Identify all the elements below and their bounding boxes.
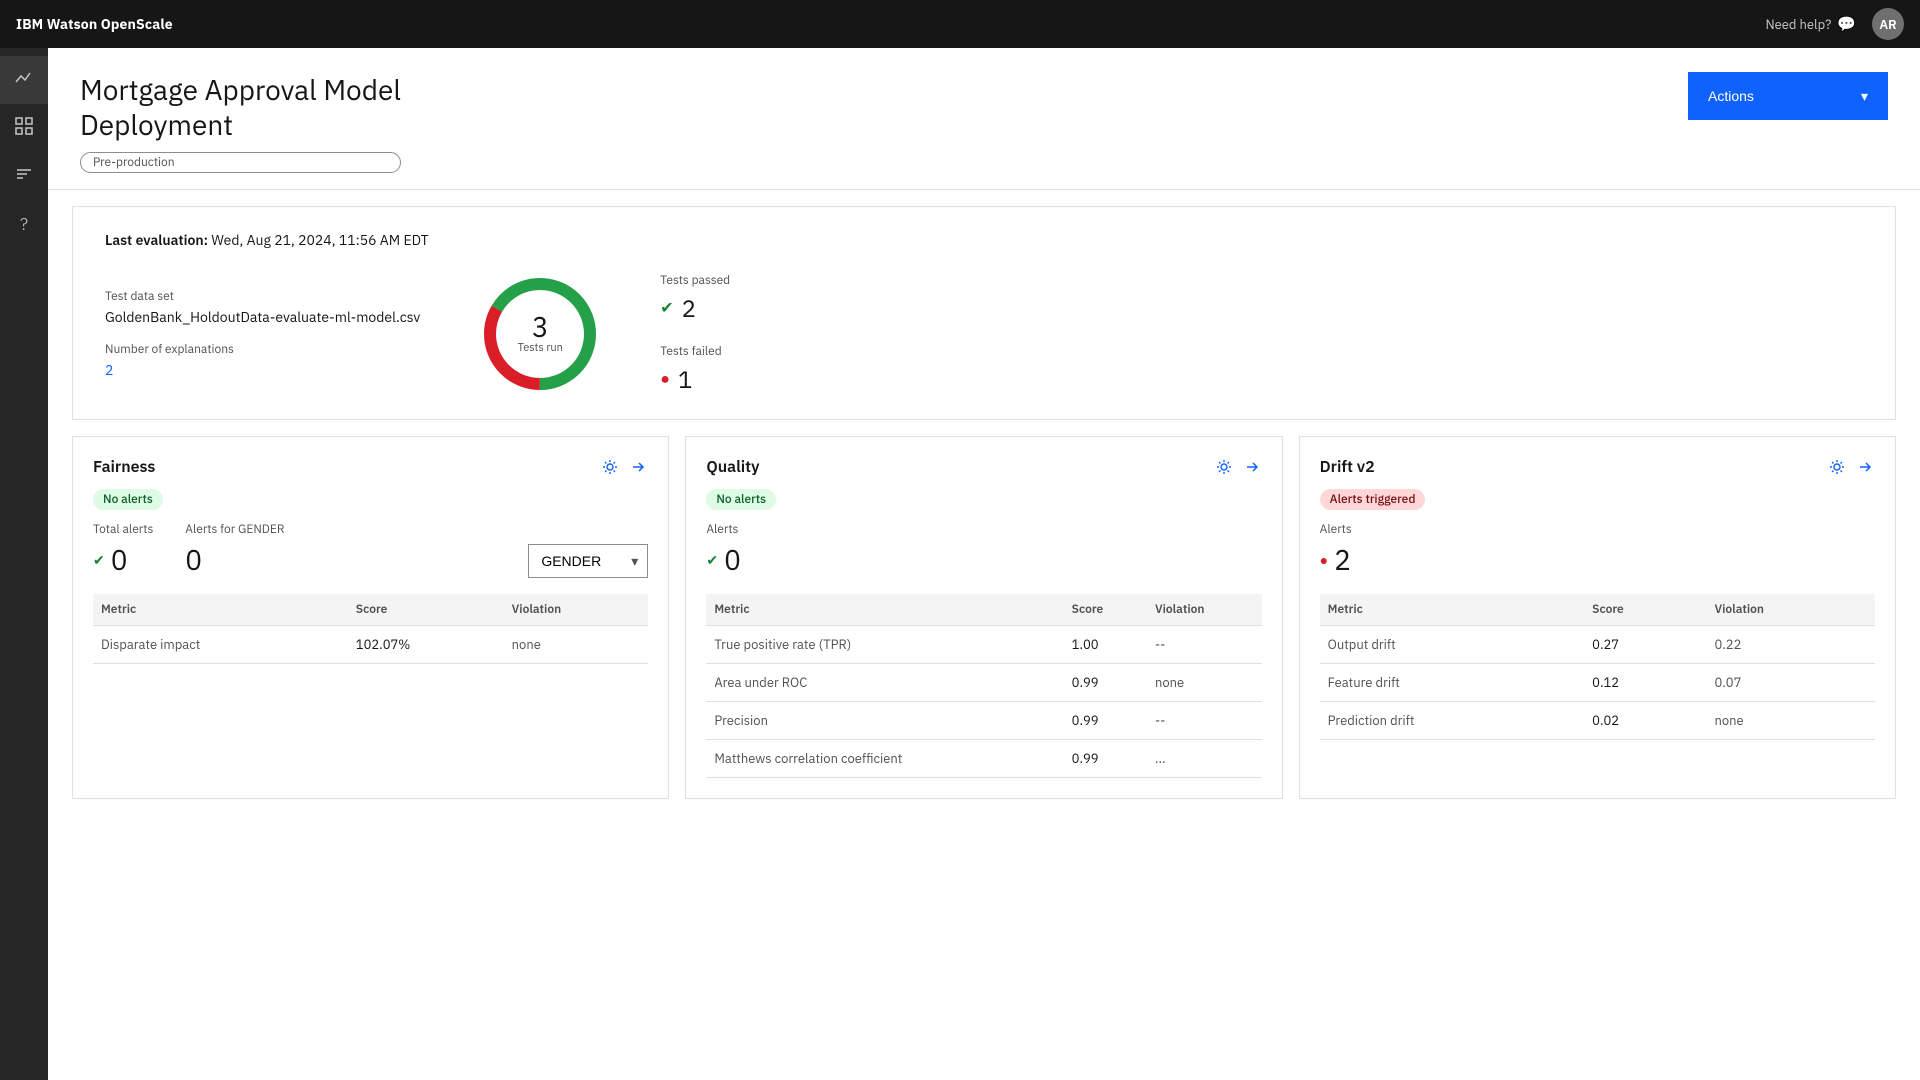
cards-row: Fairness No alerts [72,436,1896,799]
tests-passed-row: ✔ 2 [660,292,730,324]
table-row: Prediction drift 0.02 none [1320,702,1875,740]
eval-right: Tests passed ✔ 2 Tests failed ● 1 [660,273,730,395]
table-row: Output drift 0.27 0.22 [1320,626,1875,664]
quality-green-dot: ✔ [706,551,718,569]
gender-select-wrapper: GENDER [528,544,648,578]
table-row: Feature drift 0.12 0.07 [1320,664,1875,702]
drift-alert-count: ● 2 [1320,541,1352,578]
quality-status-badge: No alerts [706,489,776,510]
table-row: Precision 0.99 -- [706,702,1261,740]
fairness-gender-count: 0 [185,541,284,578]
fairness-alerts-row: Total alerts ✔ 0 Alerts for GENDER 0 GEN… [93,522,648,578]
eval-left: Test data set GoldenBank_HoldoutData-eva… [105,289,420,379]
eval-section: Last evaluation: Wed, Aug 21, 2024, 11:5… [72,206,1896,420]
sidebar-item-analytics[interactable] [0,56,48,104]
drift-arrow-button[interactable] [1855,457,1875,477]
fairness-settings-button[interactable] [600,457,620,477]
table-row: True positive rate (TPR) 1.00 -- [706,626,1261,664]
main-wrapper: Mortgage Approval Model Deployment Pre-p… [48,48,1920,1080]
drift-card-header: Drift v2 [1320,457,1875,477]
table-row: Matthews correlation coefficient 0.99 ..… [706,740,1261,778]
drift-red-dot: ● [1320,551,1328,569]
table-row: Area under ROC 0.99 none [706,664,1261,702]
chevron-down-icon: ▾ [1861,88,1868,105]
page-header: Mortgage Approval Model Deployment Pre-p… [48,48,1920,190]
drift-table: Metric Score Violation Output drift 0.27… [1320,594,1875,740]
quality-alerts-row: Alerts ✔ 0 [706,522,1261,578]
failed-dot-icon: ● [660,369,670,389]
filters-icon [15,165,33,188]
drift-card-icons [1827,457,1875,477]
drift-alerts-col: Alerts ● 2 [1320,522,1352,578]
quality-settings-button[interactable] [1214,457,1234,477]
page-header-left: Mortgage Approval Model Deployment Pre-p… [80,72,401,173]
drift-settings-button[interactable] [1827,457,1847,477]
fairness-card-icons [600,457,648,477]
grid-icon [15,117,33,140]
gender-select[interactable]: GENDER [528,544,648,578]
chat-icon: 💬 [1837,15,1856,34]
drift-status-badge: Alerts triggered [1320,489,1426,510]
topbar-logo: IBM Watson OpenScale [16,15,173,33]
topbar-help[interactable]: Need help? 💬 [1765,15,1856,34]
fairness-total-count: ✔ 0 [93,541,153,578]
sidebar: ? [0,48,48,1080]
eval-header: Last evaluation: Wed, Aug 21, 2024, 11:5… [105,231,1863,249]
fairness-card-header: Fairness [93,457,648,477]
explanations-group: Number of explanations 2 [105,342,420,379]
sidebar-item-help[interactable]: ? [0,200,48,248]
tests-failed-row: ● 1 [660,363,730,395]
quality-table: Metric Score Violation True positive rat… [706,594,1261,778]
topbar: IBM Watson OpenScale Need help? 💬 AR [0,0,1920,48]
quality-alert-count: ✔ 0 [706,541,741,578]
tests-passed-group: Tests passed ✔ 2 [660,273,730,324]
quality-card-header: Quality [706,457,1261,477]
fairness-gender-alerts: Alerts for GENDER 0 [185,522,284,578]
eval-content: Test data set GoldenBank_HoldoutData-eva… [105,273,1863,395]
actions-button[interactable]: Actions ▾ [1688,72,1888,120]
quality-card: Quality No alerts [685,436,1282,799]
donut-center: 3 Tests run [518,313,563,355]
tests-failed-group: Tests failed ● 1 [660,344,730,395]
drift-alerts-row: Alerts ● 2 [1320,522,1875,578]
analytics-icon [14,68,34,93]
question-icon: ? [20,213,28,235]
donut-chart: 3 Tests run [480,274,600,394]
page-title: Mortgage Approval Model Deployment [80,72,401,142]
table-row: Disparate impact 102.07% none [93,626,648,664]
drift-card: Drift v2 Alerts triggered [1299,436,1896,799]
fairness-total-alerts: Total alerts ✔ 0 [93,522,153,578]
fairness-dropdown-wrapper: GENDER [528,544,648,578]
help-label: Need help? [1765,16,1831,33]
fairness-arrow-button[interactable] [628,457,648,477]
passed-check-icon: ✔ [660,298,673,318]
topbar-right: Need help? 💬 AR [1765,8,1904,40]
topbar-avatar[interactable]: AR [1872,8,1904,40]
sidebar-item-grid[interactable] [0,104,48,152]
sidebar-item-filters[interactable] [0,152,48,200]
test-data-group: Test data set GoldenBank_HoldoutData-eva… [105,289,420,326]
quality-alerts-col: Alerts ✔ 0 [706,522,741,578]
page-badge: Pre-production [80,152,401,173]
fairness-green-dot: ✔ [93,551,105,569]
fairness-table: Metric Score Violation Disparate impact … [93,594,648,664]
fairness-card: Fairness No alerts [72,436,669,799]
fairness-status-badge: No alerts [93,489,163,510]
quality-card-icons [1214,457,1262,477]
quality-arrow-button[interactable] [1242,457,1262,477]
